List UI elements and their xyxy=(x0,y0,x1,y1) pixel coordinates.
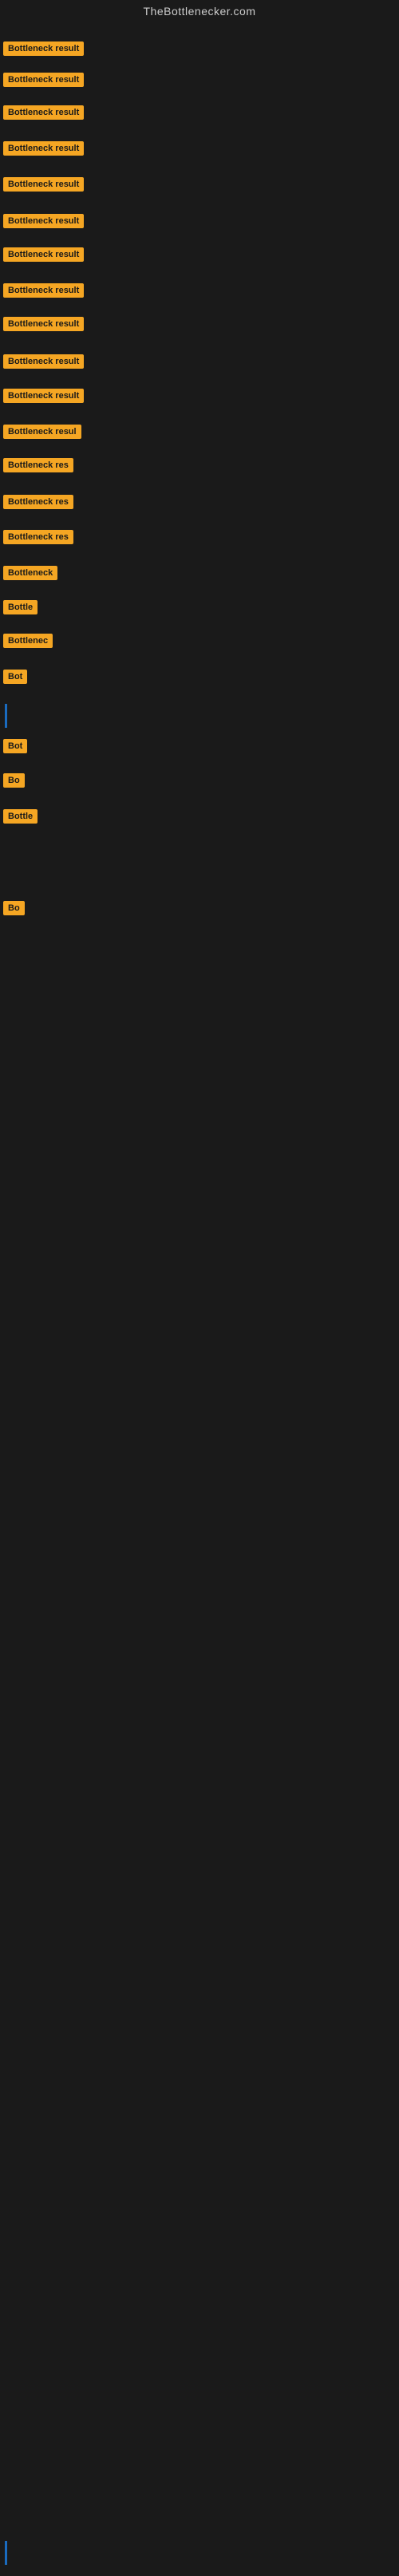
bottleneck-row[interactable]: Bottlenec xyxy=(0,629,56,653)
bottleneck-row[interactable]: Bottleneck result xyxy=(0,68,87,92)
bottleneck-result-badge[interactable]: Bot xyxy=(3,670,27,684)
bottleneck-result-badge[interactable]: Bo xyxy=(3,773,25,788)
bottleneck-result-badge[interactable]: Bottleneck res xyxy=(3,458,73,472)
bottleneck-row[interactable]: Bottleneck result xyxy=(0,172,87,196)
bottleneck-row[interactable]: Bottleneck xyxy=(0,561,61,585)
site-title: TheBottlenecker.com xyxy=(0,0,399,22)
bottleneck-result-badge[interactable]: Bottleneck result xyxy=(3,141,84,156)
bottleneck-result-badge[interactable]: Bottleneck result xyxy=(3,177,84,192)
bottleneck-result-badge[interactable]: Bottleneck result xyxy=(3,41,84,56)
bottleneck-row[interactable]: Bottleneck res xyxy=(0,453,77,477)
bottleneck-row[interactable]: Bottleneck res xyxy=(0,490,77,514)
bottleneck-result-badge[interactable]: Bottleneck result xyxy=(3,214,84,228)
vertical-marker-line xyxy=(5,704,7,728)
bottleneck-row[interactable]: Bot xyxy=(0,665,30,689)
final-marker-row xyxy=(0,2536,10,2570)
bottleneck-result-badge[interactable]: Bottleneck result xyxy=(3,105,84,120)
bottleneck-result-badge[interactable]: Bottleneck res xyxy=(3,495,73,509)
bottleneck-result-badge[interactable]: Bottleneck result xyxy=(3,354,84,369)
bottleneck-result-badge[interactable]: Bottleneck xyxy=(3,566,57,580)
bottleneck-row[interactable]: Bo xyxy=(0,768,28,792)
bottleneck-row[interactable]: Bottleneck result xyxy=(0,136,87,160)
bottleneck-row[interactable]: Bottleneck resul xyxy=(0,420,85,444)
bottleneck-row[interactable]: Bottle xyxy=(0,804,41,828)
bottleneck-row[interactable]: Bottleneck result xyxy=(0,243,87,267)
bottleneck-result-badge[interactable]: Bottleneck result xyxy=(3,247,84,262)
bottleneck-result-badge[interactable]: Bottle xyxy=(3,809,38,824)
bottleneck-row[interactable]: Bo xyxy=(0,896,28,920)
bottleneck-result-badge[interactable]: Bottleneck res xyxy=(3,530,73,544)
bottleneck-result-badge[interactable]: Bottlenec xyxy=(3,634,53,648)
bottleneck-row[interactable]: Bottleneck result xyxy=(0,37,87,61)
bottleneck-result-badge[interactable]: Bot xyxy=(3,739,27,753)
bottleneck-result-badge[interactable]: Bottleneck result xyxy=(3,389,84,403)
bottleneck-result-badge[interactable]: Bottleneck result xyxy=(3,283,84,298)
marker-row xyxy=(0,699,10,733)
bottleneck-row[interactable]: Bottleneck result xyxy=(0,350,87,373)
final-vertical-marker-line xyxy=(5,2541,7,2565)
bottleneck-row[interactable]: Bottleneck result xyxy=(0,279,87,302)
bottleneck-result-badge[interactable]: Bo xyxy=(3,901,25,915)
bottleneck-result-badge[interactable]: Bottle xyxy=(3,600,38,614)
bottleneck-row[interactable]: Bottleneck result xyxy=(0,312,87,336)
bottleneck-row[interactable]: Bottleneck result xyxy=(0,101,87,124)
bottleneck-result-badge[interactable]: Bottleneck resul xyxy=(3,425,81,439)
bottleneck-row[interactable]: Bot xyxy=(0,734,30,758)
bottleneck-row[interactable]: Bottleneck result xyxy=(0,384,87,408)
bottleneck-result-badge[interactable]: Bottleneck result xyxy=(3,73,84,87)
bottleneck-row[interactable]: Bottleneck res xyxy=(0,525,77,549)
site-header: TheBottlenecker.com xyxy=(0,0,399,22)
bottleneck-row[interactable]: Bottle xyxy=(0,595,41,619)
empty-row xyxy=(0,860,6,884)
bottleneck-result-badge[interactable]: Bottleneck result xyxy=(3,317,84,331)
bottleneck-row[interactable]: Bottleneck result xyxy=(0,209,87,233)
